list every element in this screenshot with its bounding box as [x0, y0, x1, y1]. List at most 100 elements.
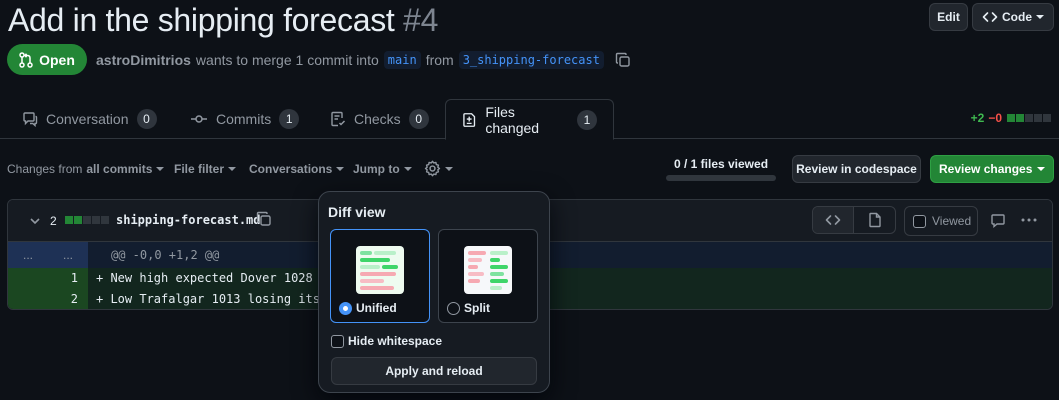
file-diff-icon — [463, 112, 476, 127]
tab-files-changed-count: 1 — [577, 109, 597, 130]
hunk-header: @@ -0,0 +1,2 @@ — [111, 248, 220, 262]
review-changes-button[interactable]: Review changes — [930, 155, 1054, 183]
file-filter-dropdown[interactable]: File filter — [174, 162, 237, 176]
line-number[interactable]: 2 — [8, 289, 88, 309]
additions-count: +2 — [970, 111, 985, 125]
split-label: Split — [464, 301, 490, 315]
rich-view-button[interactable] — [854, 207, 895, 233]
review-changes-label: Review changes — [939, 162, 1033, 176]
file-diffstat-blocks — [64, 216, 109, 224]
line-number[interactable]: 1 — [8, 268, 88, 289]
kebab-horizontal-icon[interactable] — [1020, 214, 1038, 226]
source-view-button[interactable] — [813, 207, 855, 233]
copy-icon[interactable] — [615, 52, 631, 68]
jump-to-dropdown[interactable]: Jump to — [353, 162, 412, 176]
tab-checks-count: 0 — [408, 109, 429, 129]
file-name[interactable]: shipping-forecast.md — [116, 213, 261, 227]
from-text: from — [425, 52, 454, 68]
diffstat-blocks — [1006, 114, 1051, 122]
checkbox-icon — [331, 334, 344, 348]
hide-whitespace-checkbox[interactable]: Hide whitespace — [331, 334, 442, 348]
review-in-codespace-label: Review in codespace — [796, 162, 917, 176]
chevron-down-icon[interactable] — [29, 215, 41, 227]
viewed-checkbox[interactable]: Viewed — [904, 206, 978, 236]
chevron-down-icon — [336, 167, 345, 171]
commit-icon — [191, 115, 207, 123]
conversations-label: Conversations — [249, 162, 333, 176]
tab-conversation[interactable]: Conversation 0 — [22, 99, 157, 139]
hide-whitespace-label: Hide whitespace — [348, 334, 443, 348]
radio-selected-icon — [339, 302, 352, 315]
popover-title: Diff view — [328, 204, 386, 220]
code-icon — [825, 215, 841, 225]
diff-settings-button[interactable] — [424, 160, 453, 177]
tab-files-changed[interactable]: Files changed 1 — [445, 99, 614, 140]
copy-icon[interactable] — [256, 211, 272, 227]
code-button-label: Code — [1002, 10, 1032, 24]
chevron-down-icon — [156, 167, 165, 171]
files-viewed-text: 0 / 1 files viewed — [673, 157, 769, 171]
chevron-down-icon — [228, 167, 237, 171]
tab-commits-count: 1 — [279, 109, 300, 129]
code-button[interactable]: Code — [972, 3, 1054, 31]
tab-checks-label: Checks — [354, 111, 401, 127]
review-in-codespace-button[interactable]: Review in codespace — [792, 155, 921, 183]
tab-files-changed-label: Files changed — [485, 103, 540, 136]
tab-checks[interactable]: Checks 0 — [330, 99, 429, 139]
file-icon — [868, 212, 881, 228]
view-toggle — [812, 206, 896, 234]
jump-to-label: Jump to — [353, 162, 400, 176]
chevron-down-icon — [1036, 15, 1044, 19]
head-branch[interactable]: 3_shipping-forecast — [458, 51, 604, 69]
checklist-icon — [331, 111, 346, 127]
pr-tabs: Conversation 0 Commits 1 Checks 0 Files … — [0, 99, 1059, 140]
edit-button-label: Edit — [937, 10, 960, 24]
comment-icon[interactable] — [990, 213, 1006, 229]
radio-unselected-icon — [447, 302, 460, 315]
pr-title-text: Add in the shipping forecast — [8, 2, 395, 38]
file-changes-count: 2 — [50, 214, 57, 228]
diff-view-popover: Diff view Unified Split Hide whitespace … — [318, 191, 550, 393]
author-link[interactable]: astroDimitrios — [96, 52, 191, 68]
diffstat: +2 −0 — [971, 111, 1051, 125]
changes-from-prefix: Changes from — [7, 162, 83, 176]
comment-icon — [23, 112, 38, 127]
status-badge-label: Open — [39, 51, 75, 68]
unified-diff-illustration — [356, 246, 404, 294]
tab-commits-label: Commits — [216, 111, 272, 127]
hunk-gutter[interactable]: ... ... — [8, 242, 88, 268]
changes-from-dropdown[interactable]: Changes from all commits — [7, 162, 165, 176]
edit-button[interactable]: Edit — [929, 3, 968, 31]
viewed-label: Viewed — [932, 214, 972, 228]
code-icon — [982, 12, 998, 22]
deletions-count: −0 — [988, 111, 1002, 125]
expand-old: ... — [22, 248, 33, 262]
line-code: + Low Trafalgar 1013 losing its id — [96, 292, 342, 306]
status-badge: Open — [7, 44, 87, 75]
line-code: + New high expected Dover 1028 by — [96, 271, 335, 285]
chevron-down-icon — [445, 166, 453, 171]
unified-option[interactable]: Unified — [330, 229, 430, 323]
split-diff-illustration — [464, 246, 512, 294]
chevron-down-icon — [403, 167, 412, 171]
base-branch[interactable]: main — [383, 51, 421, 69]
file-filter-label: File filter — [174, 162, 225, 176]
expand-new: ... — [62, 248, 73, 262]
pr-meta: astroDimitrios wants to merge 1 commit i… — [96, 51, 631, 69]
merge-text: wants to merge 1 commit into — [195, 52, 379, 68]
tab-conversation-label: Conversation — [46, 111, 129, 127]
split-option[interactable]: Split — [438, 229, 538, 323]
gear-icon — [424, 160, 441, 177]
apply-and-reload-button[interactable]: Apply and reload — [331, 357, 537, 385]
unified-label: Unified — [356, 301, 397, 315]
checkbox-icon — [913, 214, 926, 228]
chevron-down-icon — [1037, 167, 1045, 171]
tab-commits[interactable]: Commits 1 — [190, 99, 300, 139]
tab-conversation-count: 0 — [136, 109, 157, 129]
pull-request-icon — [19, 51, 33, 68]
pr-number: #4 — [403, 2, 439, 38]
files-viewed-progress — [666, 175, 776, 181]
apply-and-reload-label: Apply and reload — [385, 364, 483, 378]
changes-from-value: all commits — [86, 162, 153, 176]
conversations-dropdown[interactable]: Conversations — [249, 162, 345, 176]
